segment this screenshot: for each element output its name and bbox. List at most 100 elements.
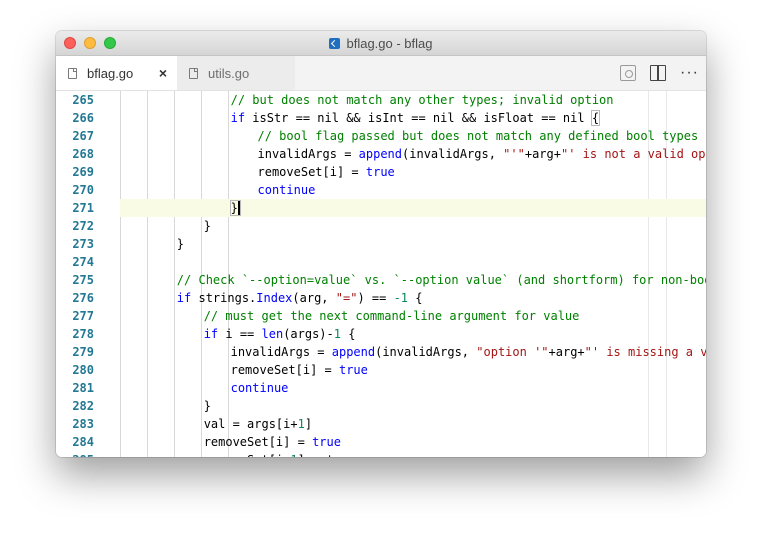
code-token: (invalidArgs, — [375, 345, 477, 359]
code-token: { — [408, 291, 423, 305]
code-token: +arg+ — [524, 147, 561, 161]
code-line[interactable]: 273} — [56, 235, 706, 253]
code-line[interactable]: 268 invalidArgs = append(invalidArgs, "'"… — [56, 145, 706, 163]
line-number: 279 — [72, 345, 94, 359]
code-line[interactable]: 276 if strings.Index(arg, "=") == -1 { — [56, 289, 706, 307]
code-editor[interactable]: 265 // but does not match any other types… — [56, 91, 706, 457]
code-token: continue — [230, 381, 289, 395]
code-token: "'" — [503, 147, 525, 161]
line-number: 282 — [72, 399, 94, 413]
code-line[interactable]: 269 removeSet[i] = true — [56, 163, 706, 181]
code-token: (arg, — [292, 291, 336, 305]
current-line-highlight — [120, 199, 706, 217]
code-token: true — [312, 435, 341, 449]
line-number: 270 — [72, 183, 94, 197]
more-actions-icon[interactable]: ··· — [680, 65, 698, 81]
title-bar: bflag.go - bflag — [56, 31, 706, 56]
tab-label: utils.go — [208, 65, 250, 81]
code-token: ] — [304, 417, 313, 431]
line-code: // Check `--option=value` vs. `--option … — [177, 271, 706, 289]
code-line[interactable]: 270 continue — [56, 181, 706, 199]
tab-label: bflag.go — [87, 65, 134, 81]
code-token: if — [203, 327, 219, 341]
line-code: continue — [231, 379, 289, 397]
split-editor-icon[interactable] — [650, 65, 666, 81]
code-token: (invalidArgs, — [402, 147, 504, 161]
code-line[interactable]: 277 // must get the next command-line arg… — [56, 307, 706, 325]
code-token: i == — [218, 327, 262, 341]
code-token: ] = — [298, 453, 327, 457]
code-token: // bool flag passed but does not match a… — [257, 129, 699, 143]
tab-utils-go[interactable]: utils.go — [177, 56, 295, 90]
code-line[interactable]: 283 val = args[i+1] — [56, 415, 706, 433]
code-token: "' is not a valid optio — [560, 147, 706, 161]
code-token: len — [261, 327, 284, 341]
code-line[interactable]: 272} — [56, 217, 706, 235]
editor-window: bflag.go - bflag bflag.go × utils.go ···… — [56, 31, 706, 457]
code-token: 1 — [297, 417, 305, 431]
code-token: ) == — [357, 291, 394, 305]
code-line[interactable]: 279 invalidArgs = append(invalidArgs, "op… — [56, 343, 706, 361]
line-number: 276 — [72, 291, 94, 305]
code-token: // but does not match any other types; i… — [230, 93, 614, 107]
code-token: +arg+ — [548, 345, 585, 359]
vscode-file-icon — [329, 37, 341, 49]
code-token: "' is missing a valu — [584, 345, 706, 359]
code-line[interactable]: 278 if i == len(args)-1 { — [56, 325, 706, 343]
code-token: append — [358, 147, 403, 161]
code-line[interactable]: 267 // bool flag passed but does not matc… — [56, 127, 706, 145]
code-token: strings. — [191, 291, 257, 305]
line-code: if isStr == nil && isInt == nil && isFlo… — [230, 109, 601, 127]
code-line[interactable]: 285 removeSet[i+1] = true — [56, 451, 706, 457]
code-line[interactable]: 266 if isStr == nil && isInt == nil && is… — [56, 109, 706, 127]
line-number: 284 — [72, 435, 94, 449]
line-number: 277 — [72, 309, 94, 323]
line-code: // bool flag passed but does not match a… — [258, 127, 699, 145]
code-token: 1 — [290, 453, 297, 457]
line-code: removeSet[i] = true — [231, 361, 368, 379]
line-number: 266 — [72, 111, 94, 125]
code-token: removeSet[i] = — [230, 363, 339, 377]
line-code: if i == len(args)-1 { — [204, 325, 356, 343]
open-changes-icon[interactable] — [620, 65, 636, 81]
line-code: invalidArgs = append(invalidArgs, "optio… — [231, 343, 706, 361]
code-line[interactable]: 281 continue — [56, 379, 706, 397]
line-code: removeSet[i] = true — [204, 433, 341, 451]
line-number: 278 — [72, 327, 94, 341]
code-line[interactable]: 271} — [56, 199, 706, 217]
code-token: removeSet[i] = — [257, 165, 366, 179]
code-token: val = args[i+ — [203, 417, 298, 431]
code-token: removeSet[i] = — [203, 435, 313, 449]
code-token: } — [229, 200, 241, 216]
editor-actions: ··· — [620, 56, 698, 90]
tab-bflag-go[interactable]: bflag.go × — [56, 56, 177, 90]
close-tab-icon[interactable]: × — [159, 65, 167, 81]
code-token: if — [176, 291, 192, 305]
code-token: if — [230, 111, 246, 125]
code-token: } — [203, 219, 211, 233]
tab-bar: bflag.go × utils.go ··· — [56, 56, 706, 91]
code-line[interactable]: 282} — [56, 397, 706, 415]
code-token: true — [365, 165, 395, 179]
code-token: // Check `--option=value` vs. `--option … — [176, 273, 706, 287]
line-number: 269 — [72, 165, 94, 179]
code-token: invalidArgs = — [230, 345, 332, 359]
code-token: isStr == nil && isInt == nil && isFloat … — [245, 111, 592, 125]
line-code: // must get the next command-line argume… — [204, 307, 580, 325]
line-code: // but does not match any other types; i… — [231, 91, 614, 109]
code-line[interactable]: 274 — [56, 253, 706, 271]
code-token: } — [176, 237, 185, 251]
line-number: 268 — [72, 147, 94, 161]
code-line[interactable]: 265 // but does not match any other types… — [56, 91, 706, 109]
file-icon — [68, 67, 77, 79]
code-line[interactable]: 284 removeSet[i] = true — [56, 433, 706, 451]
code-token: 1 — [333, 327, 341, 341]
code-token: } — [203, 399, 211, 413]
line-number: 283 — [72, 417, 94, 431]
code-token: { — [590, 110, 601, 126]
code-line[interactable]: 280 removeSet[i] = true — [56, 361, 706, 379]
code-line[interactable]: 275 // Check `--option=value` vs. `--opti… — [56, 271, 706, 289]
line-number: 273 — [72, 237, 94, 251]
file-icon — [189, 67, 198, 79]
code-token: -1 — [393, 291, 409, 305]
